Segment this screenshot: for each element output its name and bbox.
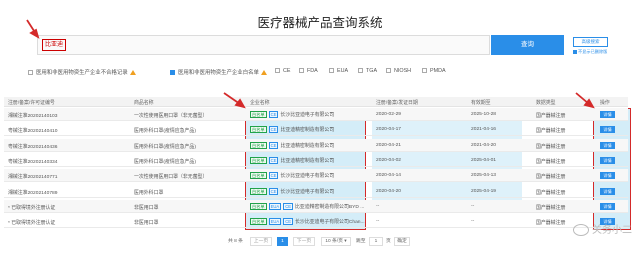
arrow-search-head xyxy=(29,28,40,39)
annotation-arrows xyxy=(26,19,595,109)
